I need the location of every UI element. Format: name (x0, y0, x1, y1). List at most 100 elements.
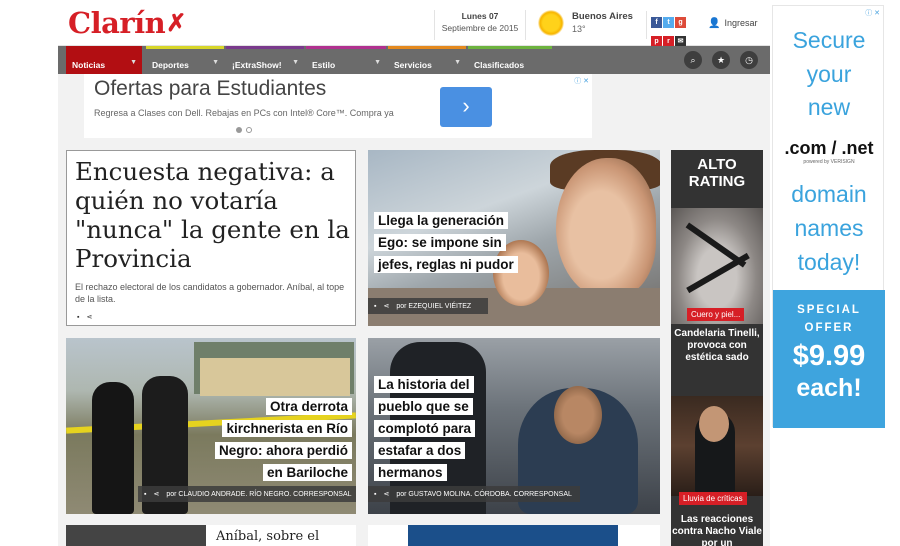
rating-tag-1: Cuero y piel... (687, 308, 745, 321)
login-label: Ingresar (724, 18, 758, 28)
twitter-icon[interactable]: t (663, 17, 674, 28)
ad-line-names: names (794, 215, 864, 241)
logo-text: Clarín (68, 6, 166, 40)
nav-item-noticias[interactable]: Noticias ▼ (66, 46, 142, 74)
nav-item-extrashow[interactable]: ¡ExtraShow! ▼ (226, 46, 304, 74)
photo-element (556, 158, 656, 298)
user-icon: 👤 (708, 18, 721, 29)
site-header: Clarín✗ Lunes 07 Septiembre de 2015 Buen… (58, 0, 770, 47)
lead-headline[interactable]: Encuesta negativa: a quién no votaría "n… (75, 157, 351, 273)
sun-icon (538, 10, 564, 36)
carousel-dot[interactable] (246, 127, 252, 133)
comment-icon[interactable]: ▪ (77, 314, 79, 321)
nav-item-estilo[interactable]: Estilo ▼ (306, 46, 386, 74)
verisign-label: powered by VERISIGN (803, 159, 855, 165)
story-pueblo[interactable]: La historia del pueblo que se complotó p… (368, 338, 660, 514)
ad-subtitle: Regresa a Clases con Dell. Rebajas en PC… (94, 108, 394, 118)
photo-element (200, 358, 350, 396)
ad-line-new: new (807, 94, 851, 120)
logo-mark-icon: ✗ (166, 8, 186, 37)
pueblo-headline[interactable]: La historia del pueblo que se complotó p… (374, 376, 476, 481)
story-rionegro[interactable]: Otra derrota kirchnerista en Río Negro: … (66, 338, 356, 514)
share-icon[interactable]: ⋖ (383, 302, 389, 310)
offer-offer: OFFER (804, 322, 854, 334)
comment-icon[interactable]: ▪ (374, 303, 376, 310)
nav-label: ¡ExtraShow! (232, 60, 282, 70)
rionegro-meta: ▪ ⋖ por CLAUDIO ANDRADE. RÍO NEGRO. CORRES… (138, 486, 356, 502)
ad-line-your: your (806, 61, 852, 87)
story-bottom-left[interactable]: Aníbal, sobre el (66, 525, 356, 546)
right-ad[interactable]: ⓘ ✕ Secure your new .com / .net powered … (772, 5, 885, 428)
offer-price: $9.99 (792, 340, 866, 372)
photo-element (92, 382, 134, 514)
photo-element (699, 406, 729, 442)
left-margin (0, 0, 58, 546)
ad-arrow-button[interactable]: › (440, 87, 492, 127)
nav-item-clasificados[interactable]: Clasificados (468, 46, 552, 74)
search-icon[interactable]: ⌕ (684, 51, 702, 69)
comment-icon[interactable]: ▪ (144, 491, 146, 498)
main-nav: Noticias ▼ Deportes ▼ ¡ExtraShow! ▼ Estilo ▼… (58, 46, 770, 74)
weather-temp: 13° (572, 24, 586, 34)
pueblo-headline-block[interactable]: La historia del pueblo que se complotó p… (374, 374, 492, 484)
offer-each: each! (796, 374, 862, 402)
rating-photo-1[interactable] (671, 208, 763, 324)
adchoices-icon[interactable]: ⓘ ✕ (865, 8, 880, 18)
story-ego[interactable]: Llega la generación Ego: se impone sin j… (368, 150, 660, 326)
star-icon[interactable]: ★ (712, 51, 730, 69)
rating-caption-1[interactable]: Candelaria Tinelli, provoca con estética… (671, 328, 763, 364)
page: Clarín✗ Lunes 07 Septiembre de 2015 Buen… (0, 0, 900, 546)
share-icon[interactable]: ⋖ (86, 313, 92, 321)
date-block: Lunes 07 Septiembre de 2015 (434, 10, 526, 40)
facebook-icon[interactable]: f (651, 17, 662, 28)
nav-label: Clasificados (474, 60, 525, 70)
ego-headline-block[interactable]: Llega la generación Ego: se impone sin j… (374, 210, 522, 276)
clarin-logo[interactable]: Clarín✗ (68, 6, 186, 40)
ad-title: Ofertas para Estudiantes (94, 77, 327, 100)
rionegro-headline-block[interactable]: Otra derrota kirchnerista en Río Negro: … (202, 396, 352, 484)
ad-line-domain: domain (791, 181, 867, 207)
top-ad-banner[interactable]: Ofertas para Estudiantes Regresa a Clase… (84, 74, 592, 138)
date-month: Septiembre de 2015 (441, 23, 519, 33)
nav-label: Noticias (72, 60, 106, 70)
offer-special: SPECIAL (797, 304, 861, 316)
share-icon[interactable]: ⋖ (383, 490, 389, 498)
carousel-dots (236, 127, 256, 135)
social-links: ftg p r ✉ (646, 11, 690, 47)
lead-meta: ▪ ⋖ (71, 309, 99, 325)
photo-element (554, 386, 602, 444)
chevron-down-icon: ▼ (292, 59, 299, 66)
chevron-down-icon: ▼ (454, 59, 461, 66)
bottom-left-headline[interactable]: Aníbal, sobre el (216, 529, 319, 544)
rionegro-headline[interactable]: Otra derrota kirchnerista en Río Negro: … (214, 398, 352, 481)
story-bottom-mid[interactable] (368, 525, 660, 546)
share-icon[interactable]: ⋖ (153, 490, 159, 498)
pueblo-meta: ▪ ⋖ por GUSTAVO MOLINA. CÓRDOBA. CORRESPON… (368, 486, 580, 502)
rating-caption-2[interactable]: Las reacciones contra Nacho Viale por un (671, 514, 763, 546)
weather-city: Buenos Aires (572, 11, 633, 22)
ego-headline[interactable]: Llega la generación Ego: se impone sin j… (374, 212, 518, 273)
weather-widget[interactable]: Buenos Aires 13° (538, 8, 638, 38)
carousel-dot-active[interactable] (236, 127, 242, 133)
alto-rating-widget[interactable]: ALTO RATING Cuero y piel... Candelaria T… (671, 150, 763, 546)
clock-icon[interactable]: ◷ (740, 51, 758, 69)
nav-item-deportes[interactable]: Deportes ▼ (146, 46, 224, 74)
alto-rating-title: ALTO RATING (688, 156, 746, 190)
chevron-down-icon: ▼ (130, 59, 137, 66)
special-offer-box[interactable]: SPECIAL OFFER $9.99 each! (773, 290, 885, 428)
adchoices-icon[interactable]: ⓘ ✕ (574, 76, 589, 86)
bottom-ad[interactable] (408, 525, 618, 546)
google-plus-icon[interactable]: g (675, 17, 686, 28)
ego-meta: ▪ ⋖ por EZEQUIEL VIÉITEZ (368, 298, 488, 314)
nav-item-servicios[interactable]: Servicios ▼ (388, 46, 466, 74)
nav-label: Estilo (312, 60, 336, 70)
pueblo-author: por GUSTAVO MOLINA. CÓRDOBA. CORRESPONSA… (396, 491, 572, 498)
lead-story[interactable]: Encuesta negativa: a quién no votaría "n… (66, 150, 356, 326)
comment-icon[interactable]: ▪ (374, 491, 376, 498)
rionegro-author: por CLAUDIO ANDRADE. RÍO NEGRO. CORRESPO… (166, 491, 352, 498)
login-link[interactable]: 👤 Ingresar (708, 18, 757, 29)
lead-summary: El rechazo electoral de los candidatos a… (75, 282, 345, 304)
com-net-logo: .com / .net (784, 138, 874, 158)
date-day: Lunes 07 (461, 11, 499, 21)
chevron-down-icon: ▼ (374, 59, 381, 66)
